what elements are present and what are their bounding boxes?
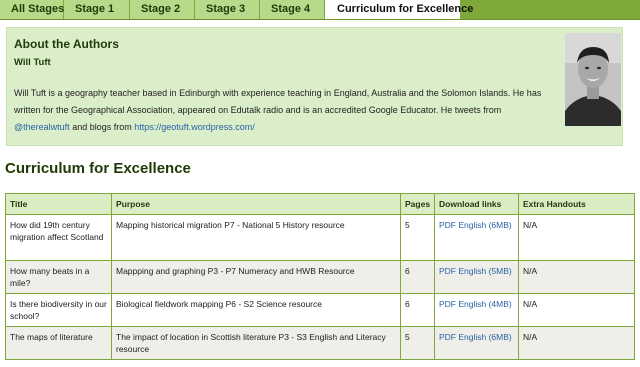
author-photo [565,33,621,126]
table-row: The maps of literature The impact of loc… [5,326,635,360]
cell-purpose: The impact of location in Scottish liter… [111,326,401,360]
bio-text: Will Tuft is a geography teacher based i… [14,88,542,115]
section-title: Curriculum for Excellence [5,160,191,177]
tab-curriculum-for-excellence[interactable]: Curriculum for Excellence [325,0,473,19]
cell-download: PDF English (6MB) [434,326,519,360]
twitter-link[interactable]: @therealwtuft [14,122,70,132]
column-header-pages: Pages [400,193,435,215]
cell-extra: N/A [518,326,635,360]
cell-purpose: Mappping and graphing P3 - P7 Numeracy a… [111,260,401,294]
cell-pages: 6 [400,260,435,294]
stage-tabs: All Stages Stage 1 Stage 2 Stage 3 Stage… [0,0,640,20]
pdf-download-link[interactable]: PDF English (5MB) [439,266,512,276]
blog-intro-text: and blogs from [72,122,132,132]
pdf-download-link[interactable]: PDF English (6MB) [439,332,512,342]
cell-pages: 5 [400,326,435,360]
pdf-download-link[interactable]: PDF English (6MB) [439,220,512,230]
about-authors-panel: About the Authors Will Tuft Will Tuft is… [6,27,623,146]
cell-extra: N/A [518,293,635,327]
cell-pages: 5 [400,214,435,261]
resources-table: Title Purpose Pages Download links Extra… [5,193,635,360]
cell-download: PDF English (5MB) [434,260,519,294]
table-row: How did 19th century migration affect Sc… [5,214,635,261]
blog-link[interactable]: https://geotuft.wordpress.com/ [134,122,255,132]
tab-stage-3[interactable]: Stage 3 [195,0,260,19]
author-name: Will Tuft [14,57,51,68]
tab-stage-4[interactable]: Stage 4 [260,0,325,19]
pdf-download-link[interactable]: PDF English (4MB) [439,299,512,309]
cell-title: Is there biodiversity in our school? [5,293,112,327]
column-header-extra: Extra Handouts [518,193,635,215]
cell-pages: 6 [400,293,435,327]
tab-stage-1[interactable]: Stage 1 [64,0,130,19]
cell-purpose: Biological fieldwork mapping P6 - S2 Sci… [111,293,401,327]
cell-download: PDF English (4MB) [434,293,519,327]
tab-stage-2[interactable]: Stage 2 [130,0,195,19]
cell-purpose: Mapping historical migration P7 - Nation… [111,214,401,261]
cell-download: PDF English (6MB) [434,214,519,261]
cell-extra: N/A [518,214,635,261]
table-row: How many beats in a mile? Mappping and g… [5,260,635,294]
column-header-title: Title [5,193,112,215]
column-header-download: Download links [434,193,519,215]
cell-extra: N/A [518,260,635,294]
cell-title: How many beats in a mile? [5,260,112,294]
cell-title: How did 19th century migration affect Sc… [5,214,112,261]
column-header-purpose: Purpose [111,193,401,215]
author-bio: Will Tuft is a geography teacher based i… [14,85,559,136]
cell-title: The maps of literature [5,326,112,360]
table-header-row: Title Purpose Pages Download links Extra… [5,193,635,215]
tab-all-stages[interactable]: All Stages [0,0,64,19]
about-heading: About the Authors [14,37,119,51]
table-row: Is there biodiversity in our school? Bio… [5,293,635,327]
